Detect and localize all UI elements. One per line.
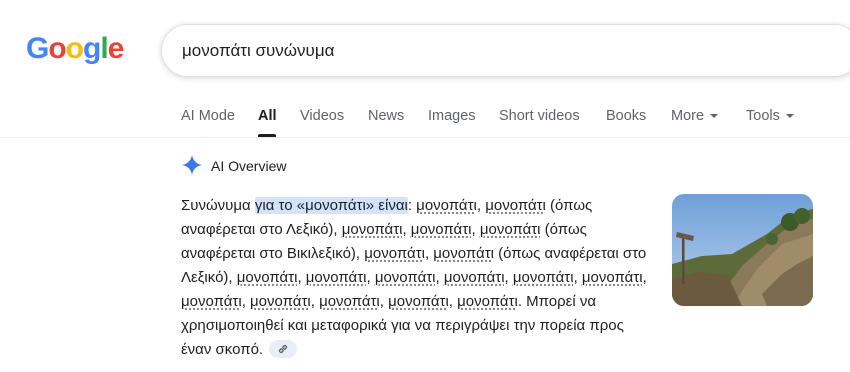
chevron-down-icon	[710, 114, 719, 119]
tab-all[interactable]: All	[258, 108, 277, 124]
synonym-link[interactable]: μονοπάτι	[181, 293, 242, 310]
separator: ,	[241, 293, 251, 310]
separator: ,	[310, 293, 320, 310]
synonym-link[interactable]: μονοπάτι	[342, 221, 403, 238]
tab-videos[interactable]: Videos	[300, 108, 344, 124]
synonym-link[interactable]: μονοπάτι	[250, 293, 311, 310]
tab-ai-mode[interactable]: AI Mode	[181, 108, 235, 124]
trail-thumbnail-image[interactable]	[672, 194, 813, 306]
tab-more[interactable]: More	[671, 108, 719, 124]
tools-label: Tools	[746, 108, 780, 124]
ai-overview-title: AI Overview	[211, 158, 287, 174]
source-link-chip[interactable]	[269, 340, 298, 359]
separator: ,	[297, 269, 306, 286]
tab-images[interactable]: Images	[428, 108, 476, 124]
separator: ,	[642, 269, 647, 286]
ai-overview-text: Συνώνυμα για το «μονοπάτι» είναι: μονοπά…	[181, 194, 651, 362]
trail-photo	[672, 194, 813, 306]
synonym-link[interactable]: μονοπάτι	[411, 221, 472, 238]
tab-books[interactable]: Books	[606, 108, 646, 124]
separator: ,	[476, 197, 486, 214]
separator: ,	[402, 221, 411, 238]
search-input[interactable]: μονοπάτι συνώνυμα	[182, 41, 334, 61]
highlighted-phrase[interactable]: για το «μονοπάτι» είναι	[254, 197, 408, 214]
google-logo[interactable]: Google	[26, 32, 124, 66]
separator: ,	[471, 221, 480, 238]
synonym-link[interactable]: μονοπάτι	[480, 221, 541, 238]
link-icon	[279, 344, 288, 354]
separator: ,	[504, 269, 513, 286]
separator: ,	[573, 269, 582, 286]
synonym-link[interactable]: μονοπάτι	[416, 197, 477, 214]
overview-intro: Συνώνυμα	[181, 197, 255, 214]
synonym-link[interactable]: μονοπάτι	[433, 245, 494, 262]
synonym-link[interactable]: μονοπάτι	[319, 293, 380, 310]
search-tabs: AI Mode All Videos News Images Short vid…	[0, 98, 850, 138]
active-tab-indicator	[258, 134, 276, 137]
tab-short-videos[interactable]: Short videos	[499, 108, 580, 124]
synonym-link[interactable]: μονοπάτι	[237, 269, 298, 286]
synonym-link[interactable]: μονοπάτι	[513, 269, 574, 286]
separator: ,	[366, 269, 375, 286]
synonym-link[interactable]: μονοπάτι	[457, 293, 518, 310]
search-box[interactable]: μονοπάτι συνώνυμα	[161, 24, 850, 77]
overview-colon: :	[407, 197, 417, 214]
chevron-down-icon	[785, 114, 794, 119]
gemini-sparkle-icon	[181, 154, 203, 176]
synonym-link[interactable]: μονοπάτι	[485, 197, 546, 214]
separator: ,	[448, 293, 458, 310]
separator: ,	[435, 269, 444, 286]
synonym-link[interactable]: μονοπάτι	[306, 269, 367, 286]
synonym-link[interactable]: μονοπάτι	[388, 293, 449, 310]
separator: ,	[379, 293, 389, 310]
tools-button[interactable]: Tools	[746, 108, 794, 124]
synonym-link[interactable]: μονοπάτι	[375, 269, 436, 286]
tab-more-label: More	[671, 108, 705, 124]
tab-news[interactable]: News	[368, 108, 404, 124]
synonym-link[interactable]: μονοπάτι	[582, 269, 643, 286]
synonym-link[interactable]: μονοπάτι	[364, 245, 425, 262]
synonym-link[interactable]: μονοπάτι	[444, 269, 505, 286]
